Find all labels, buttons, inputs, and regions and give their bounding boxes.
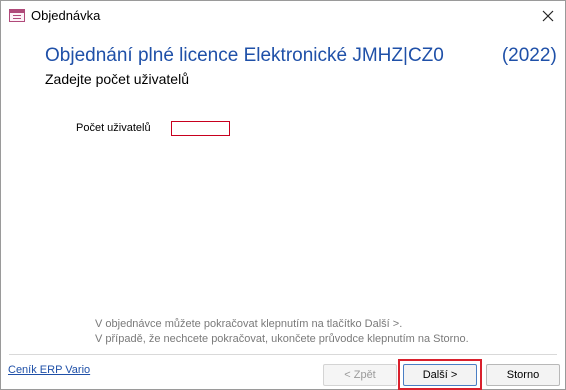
close-icon (542, 10, 554, 22)
dialog-window: Objednávka Objednání plné licence Elektr… (0, 0, 566, 390)
users-count-label: Počet uživatelů (76, 122, 151, 134)
next-button[interactable]: Další > (403, 364, 477, 386)
back-button[interactable]: < Zpět (323, 364, 397, 386)
page-title-suffix: (2022) (501, 45, 557, 66)
info-text: V objednávce můžete pokračovat klepnutím… (95, 317, 469, 347)
title-bar: Objednávka (1, 1, 565, 31)
page-subtitle: Zadejte počet uživatelů (45, 71, 189, 87)
users-count-input[interactable] (171, 121, 230, 136)
page-title-prefix: Objednání plné licence Elektronické JMHZ… (45, 45, 444, 66)
footer-separator (9, 354, 557, 355)
close-button[interactable] (531, 1, 565, 31)
window-title: Objednávka (31, 8, 101, 23)
page-title: Objednání plné licence Elektronické JMHZ… (45, 45, 557, 67)
cancel-button[interactable]: Storno (486, 364, 560, 386)
info-line-1: V objednávce můžete pokračovat klepnutím… (95, 318, 403, 330)
redacted-mask (443, 48, 502, 63)
price-list-link[interactable]: Ceník ERP Vario (8, 364, 90, 376)
info-line-2: V případě, že nechcete pokračovat, ukonč… (95, 333, 469, 345)
form-icon (9, 9, 25, 22)
